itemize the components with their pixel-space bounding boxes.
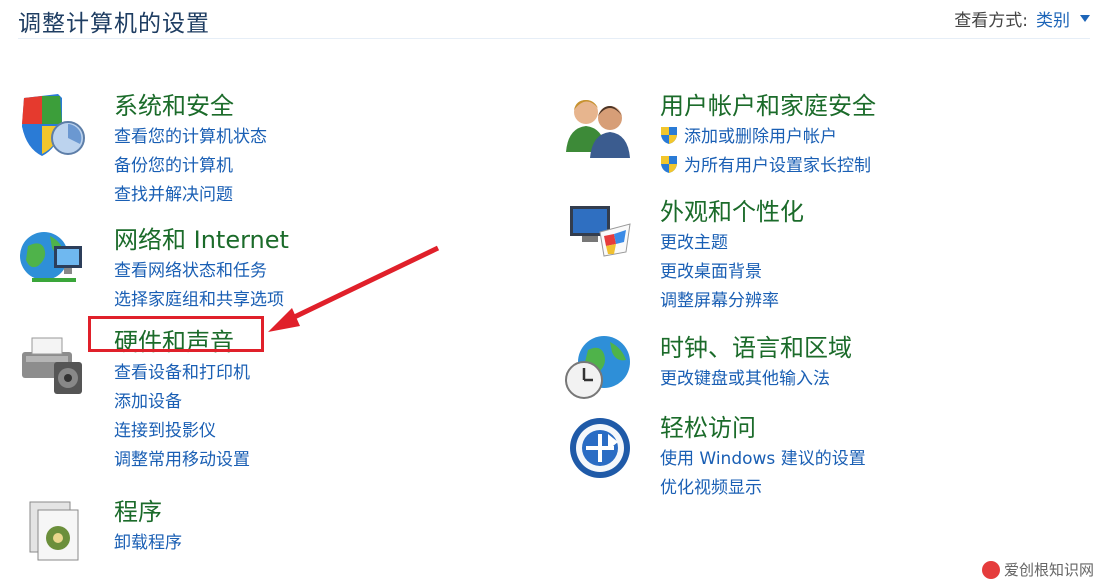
watermark: 爱创根知识网: [981, 559, 1094, 580]
red-arrow-annotation: [268, 245, 440, 332]
watermark-logo-icon: [981, 560, 1000, 579]
watermark-text: 爱创根知识网: [1003, 561, 1094, 579]
